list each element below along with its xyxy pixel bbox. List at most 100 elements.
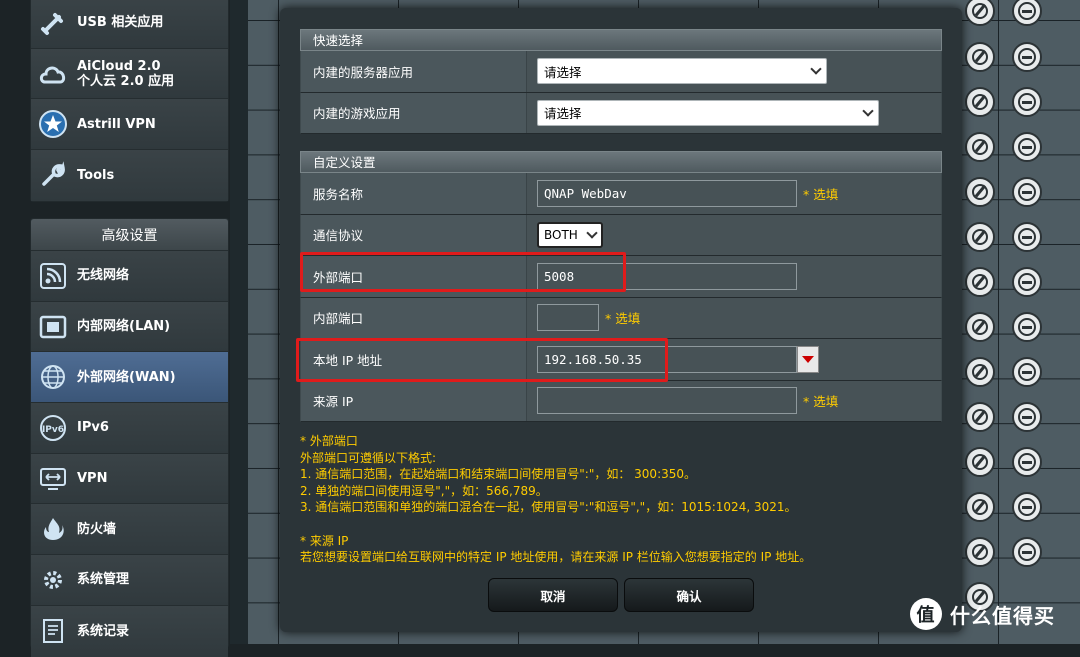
sidebar-item-vpn[interactable]: VPN	[31, 453, 228, 505]
game-app-label: 内建的游戏应用	[301, 92, 527, 133]
sidebar-item-firewall[interactable]: 防火墙	[31, 504, 228, 556]
edit-button[interactable]	[965, 87, 995, 117]
required-note: * 选填	[803, 186, 839, 202]
pencil-icon	[972, 364, 988, 380]
edit-button[interactable]	[965, 402, 995, 432]
minus-icon	[1018, 93, 1036, 111]
delete-button[interactable]	[1012, 42, 1042, 72]
edit-button[interactable]	[965, 132, 995, 162]
minus-icon	[1018, 318, 1036, 336]
delete-button[interactable]	[1012, 537, 1042, 567]
edit-button[interactable]	[965, 0, 995, 26]
delete-button[interactable]	[1012, 177, 1042, 207]
help-notes: * 外部端口 外部端口可遵循以下格式: 1. 通信端口范围，在起始端口和结束端口…	[300, 433, 811, 566]
chevron-down-icon	[862, 105, 874, 117]
edit-button[interactable]	[965, 267, 995, 297]
edit-button[interactable]	[965, 357, 995, 387]
edit-column	[958, 0, 1004, 644]
sidebar-item-ipv6[interactable]: IPv6 IPv6	[31, 403, 228, 454]
external-port-highlight	[300, 252, 626, 292]
cloud-icon	[37, 58, 69, 90]
note-line: 1. 通信端口范围，在起始端口和结束端口间使用冒号":"，如： 300:350。	[300, 467, 697, 481]
watermark-text: 什么值得买	[950, 603, 1055, 628]
server-app-select[interactable]: 请选择	[537, 58, 827, 85]
source-ip-input[interactable]	[537, 387, 797, 415]
pencil-icon	[972, 139, 988, 155]
edit-button[interactable]	[965, 42, 995, 72]
pencil-icon	[972, 3, 988, 19]
ipv6-icon: IPv6	[37, 412, 69, 444]
game-app-row: 内建的游戏应用 请选择	[300, 92, 942, 134]
edit-button[interactable]	[965, 447, 995, 477]
vpn-icon	[37, 463, 69, 495]
pencil-icon	[972, 499, 988, 515]
quick-select-header: 快速选择	[300, 29, 942, 51]
minus-icon	[1018, 363, 1036, 381]
advanced-settings-header: 高级设置	[31, 219, 228, 251]
globe-icon	[37, 361, 69, 393]
lan-icon	[37, 311, 69, 343]
minus-icon	[1018, 408, 1036, 426]
delete-button[interactable]	[1012, 312, 1042, 342]
delete-button[interactable]	[1012, 87, 1042, 117]
watermark: 值 什么值得买	[910, 598, 1055, 630]
sidebar-item-tools[interactable]: Tools	[31, 150, 228, 201]
gear-icon	[37, 564, 69, 596]
sidebar-item-aicloud[interactable]: AiCloud 2.0 个人云 2.0 应用	[31, 48, 228, 100]
delete-button[interactable]	[1012, 222, 1042, 252]
sidebar-item-admin[interactable]: 系统管理	[31, 555, 228, 606]
protocol-value: BOTH	[544, 227, 578, 242]
ok-button[interactable]: 确认	[624, 578, 754, 612]
delete-button[interactable]	[1012, 267, 1042, 297]
game-app-select[interactable]: 请选择	[537, 99, 879, 126]
delete-button[interactable]	[1012, 132, 1042, 162]
delete-button[interactable]	[1012, 0, 1042, 26]
protocol-row: 通信协议 BOTH	[300, 214, 942, 256]
local-ip-highlight	[296, 338, 668, 382]
sidebar-advanced-group: 高级设置 无线网络 内部网络(LAN) 外部网络(WAN) IPv6 IPv6	[30, 218, 229, 657]
note-line: 2. 单独的端口间使用逗号","，如：566,789。	[300, 483, 548, 498]
sidebar-item-lan[interactable]: 内部网络(LAN)	[31, 301, 228, 353]
cancel-button[interactable]: 取消	[488, 578, 618, 612]
note-line: 若您想要设置端口给互联网中的特定 IP 地址使用，请在来源 IP 栏位输入您想要…	[300, 550, 812, 564]
sidebar-item-log[interactable]: 系统记录	[31, 605, 228, 657]
sidebar-item-wan[interactable]: 外部网络(WAN)	[31, 352, 228, 404]
protocol-select[interactable]: BOTH	[537, 221, 603, 248]
aicloud-sublabel: 个人云 2.0 应用	[77, 73, 175, 89]
pencil-icon	[972, 454, 988, 470]
service-name-row: 服务名称 QNAP WebDav * 选填	[300, 173, 942, 215]
pencil-icon	[972, 319, 988, 335]
log-icon	[37, 615, 69, 647]
usb-icon	[37, 7, 69, 39]
note-line: 外部端口可遵循以下格式:	[300, 450, 437, 465]
protocol-label: 通信协议	[301, 214, 527, 255]
edit-button[interactable]	[965, 312, 995, 342]
edit-button[interactable]	[965, 177, 995, 207]
pencil-icon	[972, 274, 988, 290]
pencil-icon	[972, 409, 988, 425]
sidebar-general-group: USB 相关应用 AiCloud 2.0 个人云 2.0 应用 Astrill V…	[30, 0, 229, 202]
firewall-icon	[37, 513, 69, 545]
note-line: 3. 通信端口范围和单独的端口混合在一起，使用冒号":"和逗号","，如：101…	[300, 500, 797, 514]
service-name-label: 服务名称	[301, 173, 527, 214]
edit-button[interactable]	[965, 537, 995, 567]
internal-port-label: 内部端口	[301, 297, 527, 338]
server-app-label: 内建的服务器应用	[301, 51, 527, 92]
note-source-ip-title: * 来源 IP	[300, 533, 349, 548]
delete-button[interactable]	[1012, 492, 1042, 522]
delete-button[interactable]	[1012, 357, 1042, 387]
sidebar-item-wireless[interactable]: 无线网络	[31, 251, 228, 302]
sidebar-item-usb[interactable]: USB 相关应用	[31, 0, 228, 49]
service-name-input[interactable]: QNAP WebDav	[537, 179, 797, 207]
minus-icon	[1018, 498, 1036, 516]
required-note: * 选填	[605, 311, 641, 327]
dialog-buttons: 取消 确认	[488, 578, 754, 612]
sidebar-item-astrill[interactable]: Astrill VPN	[31, 99, 228, 151]
internal-port-input[interactable]	[537, 304, 599, 332]
edit-button[interactable]	[965, 222, 995, 252]
local-ip-dropdown-button[interactable]	[797, 345, 819, 373]
delete-button[interactable]	[1012, 402, 1042, 432]
delete-button[interactable]	[1012, 447, 1042, 477]
chevron-down-icon	[586, 227, 598, 239]
edit-button[interactable]	[965, 492, 995, 522]
